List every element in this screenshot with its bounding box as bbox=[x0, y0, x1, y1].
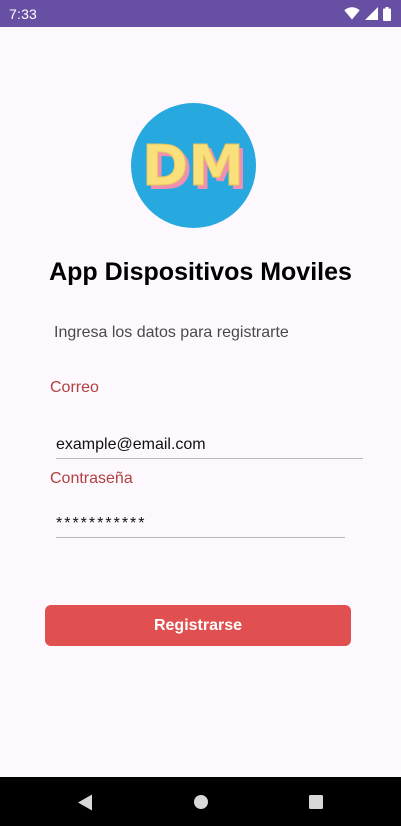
app-logo: DM DM bbox=[131, 103, 256, 228]
password-label: Contraseña bbox=[50, 470, 133, 487]
email-field[interactable]: example@email.com bbox=[56, 432, 363, 459]
battery-icon bbox=[383, 6, 391, 21]
back-icon[interactable] bbox=[72, 789, 98, 815]
home-icon[interactable] bbox=[188, 789, 214, 815]
register-button[interactable]: Registrarse bbox=[45, 605, 351, 646]
signal-icon bbox=[365, 7, 378, 20]
status-icons bbox=[344, 6, 391, 21]
recents-icon[interactable] bbox=[303, 789, 329, 815]
navigation-bar bbox=[0, 777, 401, 826]
email-label: Correo bbox=[50, 379, 99, 396]
status-time: 7:33 bbox=[9, 5, 38, 22]
status-bar: 7:33 bbox=[0, 0, 401, 27]
logo-text: DM bbox=[142, 134, 244, 199]
password-field[interactable]: *********** bbox=[56, 511, 345, 538]
register-button-label: Registrarse bbox=[153, 616, 243, 634]
wifi-icon bbox=[344, 7, 360, 20]
subtitle: Ingresa los datos para registrarte bbox=[54, 324, 289, 341]
app-title: App Dispositivos Moviles bbox=[49, 258, 352, 286]
